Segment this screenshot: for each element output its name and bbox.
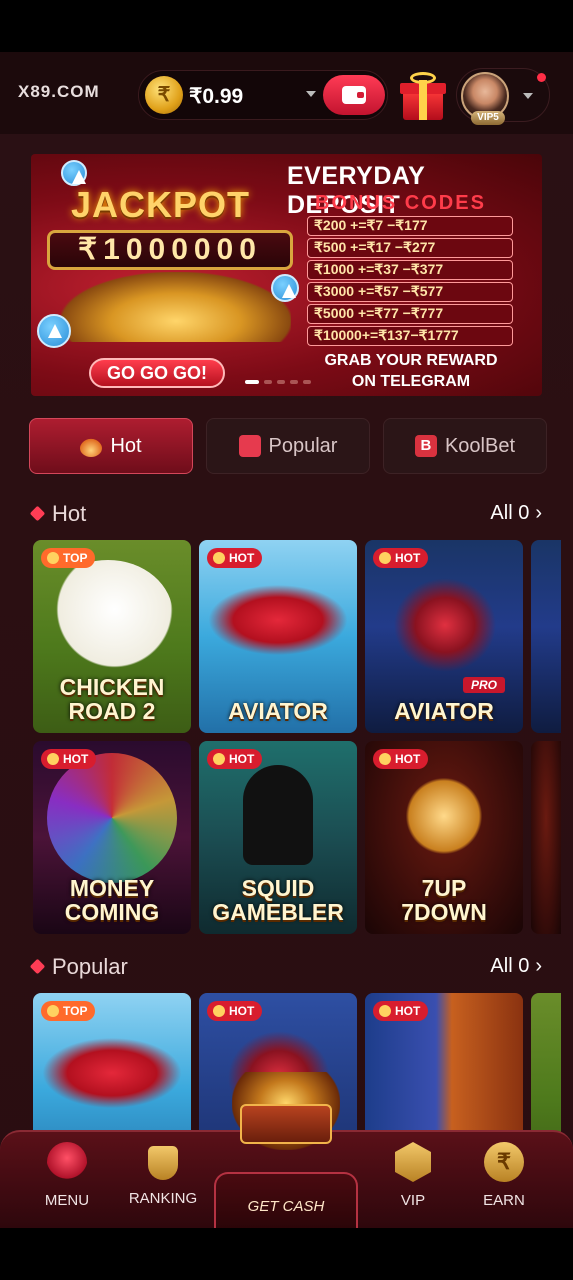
jet-art <box>385 570 505 680</box>
treasure-chest-box <box>240 1104 332 1144</box>
top-badge: TOP <box>41 1001 96 1021</box>
game-title: AVIATOR <box>228 698 328 724</box>
site-logo[interactable]: X89.COM <box>18 82 100 102</box>
telegram-icon <box>37 314 71 348</box>
game-card-aviator-pro[interactable]: HOT PRO AVIATOR <box>365 540 523 733</box>
nav-label: EARN <box>483 1192 525 1209</box>
spade-icon <box>47 1142 87 1182</box>
hot-badge: HOT <box>207 1001 263 1021</box>
nav-vip[interactable]: VIP <box>368 1142 458 1222</box>
game-title: CHICKEN ROAD 2 <box>59 674 165 724</box>
bonus-code-row: ₹500 +=₹17 −₹277 <box>307 238 513 258</box>
tab-label: KoolBet <box>444 434 516 457</box>
game-card-7up-7down[interactable]: HOT 7UP 7DOWN <box>365 741 523 934</box>
nav-label: MENU <box>44 1192 90 1209</box>
flame-icon <box>80 435 103 457</box>
chicken-art <box>43 560 173 670</box>
bonus-code-row: ₹5000 +=₹77 −₹777 <box>307 304 513 324</box>
nav-earn[interactable]: ₹ EARN <box>459 1142 549 1222</box>
popular-view-all-link[interactable]: All 0 <box>490 955 542 978</box>
game-card-chicken-road-2[interactable]: TOP CHICKEN ROAD 2 <box>33 540 191 733</box>
bonus-code-row: ₹10000+=₹137−₹1777 <box>307 326 513 346</box>
hot-view-all-link[interactable]: All 0 <box>490 502 542 525</box>
profile-dropdown-caret-icon[interactable] <box>523 93 533 99</box>
game-card-squid-gamebler[interactable]: HOT SQUID GAMEBLER <box>199 741 357 934</box>
telegram-icon <box>271 274 299 302</box>
carousel-indicator[interactable] <box>245 380 311 384</box>
hot-badge: HOT <box>373 548 429 568</box>
game-title: AVIATOR <box>394 698 494 724</box>
top-badge: TOP <box>41 548 96 568</box>
pro-badge: PRO <box>462 677 505 693</box>
tab-hot[interactable]: Hot <box>29 418 193 474</box>
bonus-code-row: ₹1000 +=₹37 −₹377 <box>307 260 513 280</box>
section-title: Hot <box>52 501 87 526</box>
nav-get-cash[interactable]: GET CASH <box>214 1172 358 1228</box>
wallet-icon <box>342 86 366 104</box>
nav-menu[interactable]: MENU <box>22 1142 112 1222</box>
trophy-icon <box>148 1146 178 1180</box>
banner-footer-line2: ON TELEGRAM <box>351 373 471 390</box>
vip-level-badge: VIP5 <box>471 111 505 125</box>
go-go-go-button[interactable]: GO GO GO! <box>89 358 225 388</box>
nav-ranking[interactable]: RANKING <box>118 1142 208 1222</box>
plane-art <box>33 1033 191 1113</box>
rupee-coin-icon: ₹ <box>484 1142 524 1182</box>
thumbs-up-icon <box>238 435 261 457</box>
bonus-code-row: ₹200 +=₹7 −₹177 <box>307 216 513 236</box>
wallet-button[interactable] <box>323 75 385 115</box>
vip-shield-icon <box>395 1142 431 1182</box>
bonus-code-list: ₹200 +=₹7 −₹177 ₹500 +=₹17 −₹277 ₹1000 +… <box>307 216 513 348</box>
game-title: SQUID GAMEBLER <box>212 875 344 925</box>
tab-label: Hot <box>110 434 142 457</box>
game-card-money-coming[interactable]: HOT MONEY COMING <box>33 741 191 934</box>
banner-footer-line1: GRAB YOUR REWARD <box>324 352 498 369</box>
banner-subheadline: BONUS CODES <box>315 192 486 214</box>
guard-art <box>243 765 313 865</box>
nav-label: VIP <box>400 1192 426 1209</box>
koolbet-logo-icon: B <box>414 435 437 457</box>
banner-footer: GRAB YOUR REWARD ON TELEGRAM <box>291 350 531 392</box>
balance-pill[interactable]: ₹ ₹0.99 <box>138 70 388 120</box>
game-card-aviator[interactable]: HOT AVIATOR <box>199 540 357 733</box>
category-tabs: Hot Popular B KoolBet <box>29 418 547 474</box>
hot-badge: HOT <box>373 1001 429 1021</box>
popular-section-header: Popular All 0 <box>29 951 542 981</box>
top-header: X89.COM ₹ ₹0.99 VIP5 <box>0 52 573 134</box>
tab-popular[interactable]: Popular <box>206 418 370 474</box>
game-title: MONEY COMING <box>64 875 160 925</box>
jackpot-amount: ₹1000000 <box>47 230 293 270</box>
hot-section-header: Hot All 0 <box>29 498 542 528</box>
notification-dot <box>537 73 546 82</box>
jackpot-title: JACKPOT <box>71 184 251 225</box>
treasure-pile-image <box>61 272 291 342</box>
promo-banner[interactable]: JACKPOT ₹1000000 GO GO GO! EVERYDAY DEPO… <box>31 154 542 396</box>
section-diamond-icon <box>29 505 46 522</box>
game-card-peek[interactable] <box>531 540 561 733</box>
bonus-code-row: ₹3000 +=₹57 −₹577 <box>307 282 513 302</box>
section-title: Popular <box>52 954 128 979</box>
wheel-art <box>47 753 177 883</box>
section-diamond-icon <box>29 958 46 975</box>
balance-dropdown-caret-icon[interactable] <box>306 91 316 97</box>
balance-amount: ₹0.99 <box>189 85 244 108</box>
tab-koolbet[interactable]: B KoolBet <box>383 418 547 474</box>
hot-badge: HOT <box>373 749 429 769</box>
rupee-coin-icon: ₹ <box>145 76 183 114</box>
hot-badge: HOT <box>207 749 263 769</box>
telegram-icon <box>61 160 87 186</box>
gift-button[interactable] <box>398 70 448 122</box>
app-root: X89.COM ₹ ₹0.99 VIP5 JACKPOT ₹1000000 GO… <box>0 52 573 1228</box>
dice-art <box>399 771 489 861</box>
hot-badge: HOT <box>207 548 263 568</box>
game-card-peek[interactable] <box>531 741 561 934</box>
hot-badge: HOT <box>41 749 97 769</box>
nav-label: RANKING <box>128 1190 198 1207</box>
game-title: 7UP 7DOWN <box>401 875 487 925</box>
nav-label: GET CASH <box>247 1198 325 1215</box>
profile-menu[interactable]: VIP5 <box>456 68 550 125</box>
plane-art <box>199 580 357 660</box>
tab-label: Popular <box>268 434 338 457</box>
